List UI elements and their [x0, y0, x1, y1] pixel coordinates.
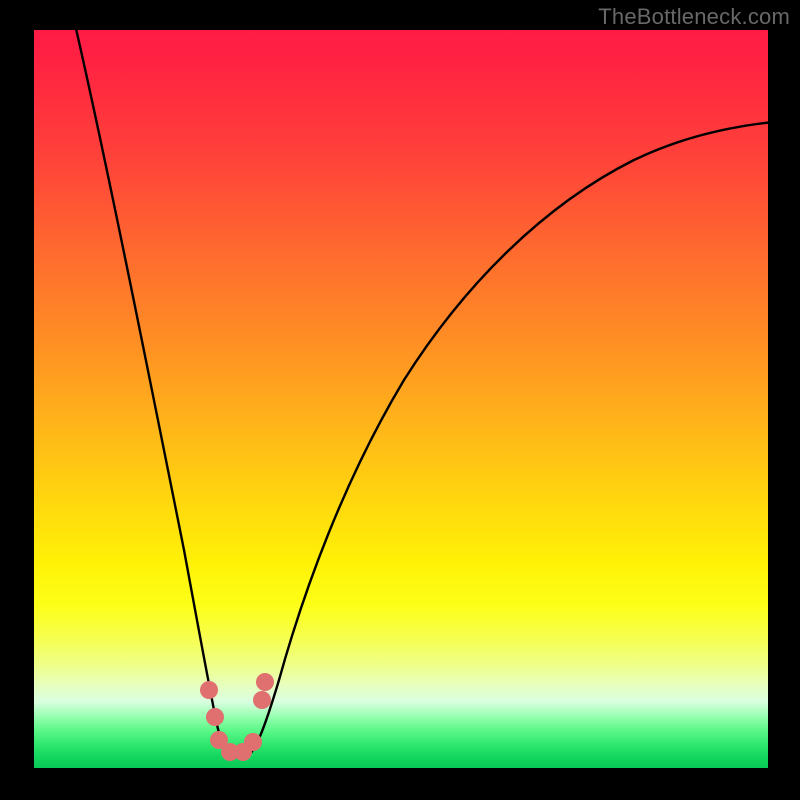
marker-dot	[206, 708, 224, 726]
bottleneck-curve-right	[246, 122, 768, 758]
bottleneck-curve-left	[74, 30, 234, 758]
marker-cluster	[200, 673, 274, 761]
marker-dot	[244, 733, 262, 751]
chart-frame: TheBottleneck.com	[0, 0, 800, 800]
marker-dot	[256, 673, 274, 691]
bottleneck-curve-svg	[34, 30, 768, 768]
marker-dot	[200, 681, 218, 699]
watermark-text: TheBottleneck.com	[598, 4, 790, 30]
plot-area	[34, 30, 768, 768]
marker-dot	[253, 691, 271, 709]
